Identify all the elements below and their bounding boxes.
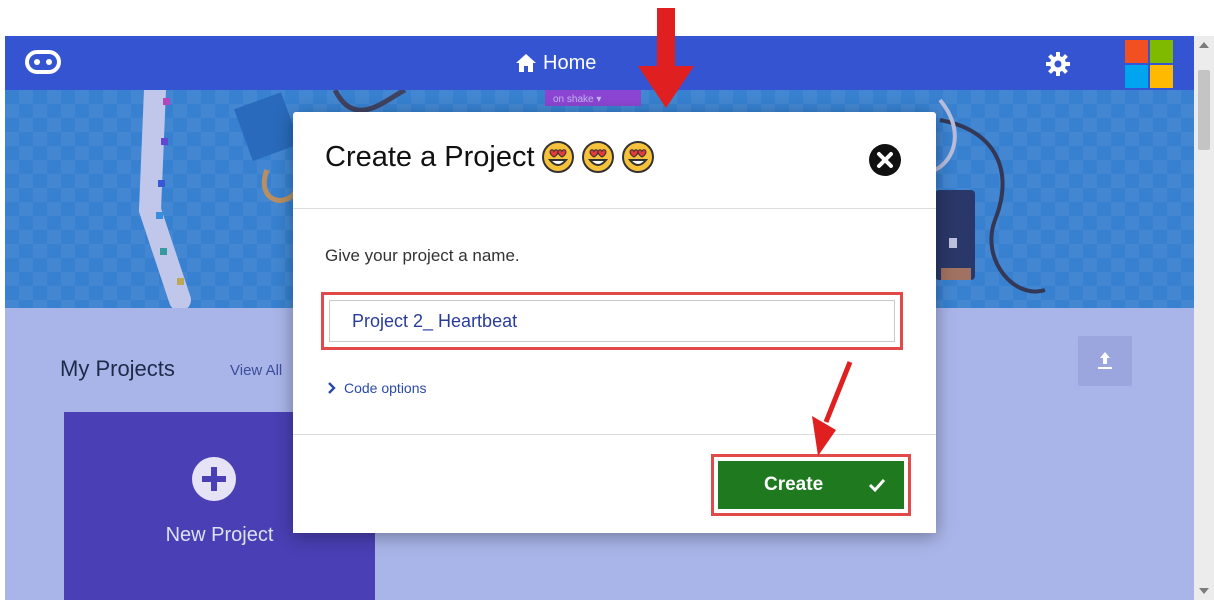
dialog-title-text: Create a Project (325, 140, 535, 173)
gear-icon[interactable] (1045, 51, 1071, 77)
checkmark-icon (868, 478, 886, 493)
scroll-up-arrow[interactable] (1199, 42, 1209, 48)
create-button-highlight: Create (711, 454, 911, 516)
home-icon (516, 54, 536, 72)
code-options-label: Code options (344, 380, 427, 396)
top-bar: Home (5, 36, 1194, 90)
annotation-arrow-diagonal-icon (812, 361, 853, 456)
page-scrollbar[interactable] (1194, 36, 1214, 600)
heart-eyes-emoji-icon (581, 141, 614, 173)
name-input-highlight (321, 292, 903, 350)
home-nav-button[interactable]: Home (515, 36, 596, 90)
create-button-label: Create (764, 474, 824, 495)
create-button[interactable]: Create (718, 461, 904, 509)
scroll-down-arrow[interactable] (1199, 588, 1209, 594)
project-name-input[interactable] (329, 300, 895, 342)
home-label: Home (543, 52, 597, 74)
scrollbar-thumb[interactable] (1198, 70, 1210, 150)
close-icon[interactable] (868, 143, 902, 177)
heart-eyes-emoji-icon (621, 141, 654, 173)
my-projects-heading: My Projects (60, 356, 175, 381)
dialog-prompt: Give your project a name. (325, 246, 520, 265)
import-button[interactable] (1078, 336, 1132, 386)
upload-icon (1098, 352, 1112, 369)
microbit-logo-icon[interactable] (25, 50, 61, 74)
dialog-title: Create a Project (325, 140, 655, 174)
heart-eyes-emoji-icon (541, 141, 574, 173)
plus-circle-icon (192, 457, 236, 501)
microsoft-logo-icon[interactable] (1125, 40, 1173, 88)
annotation-arrow-down-icon (638, 8, 694, 108)
code-options-toggle[interactable]: Code options (327, 380, 427, 396)
chevron-right-icon (328, 382, 336, 394)
create-project-dialog: Create a Project Give your project a nam… (293, 112, 936, 533)
dialog-header: Create a Project (293, 112, 936, 209)
view-all-link[interactable]: View All (230, 362, 282, 379)
